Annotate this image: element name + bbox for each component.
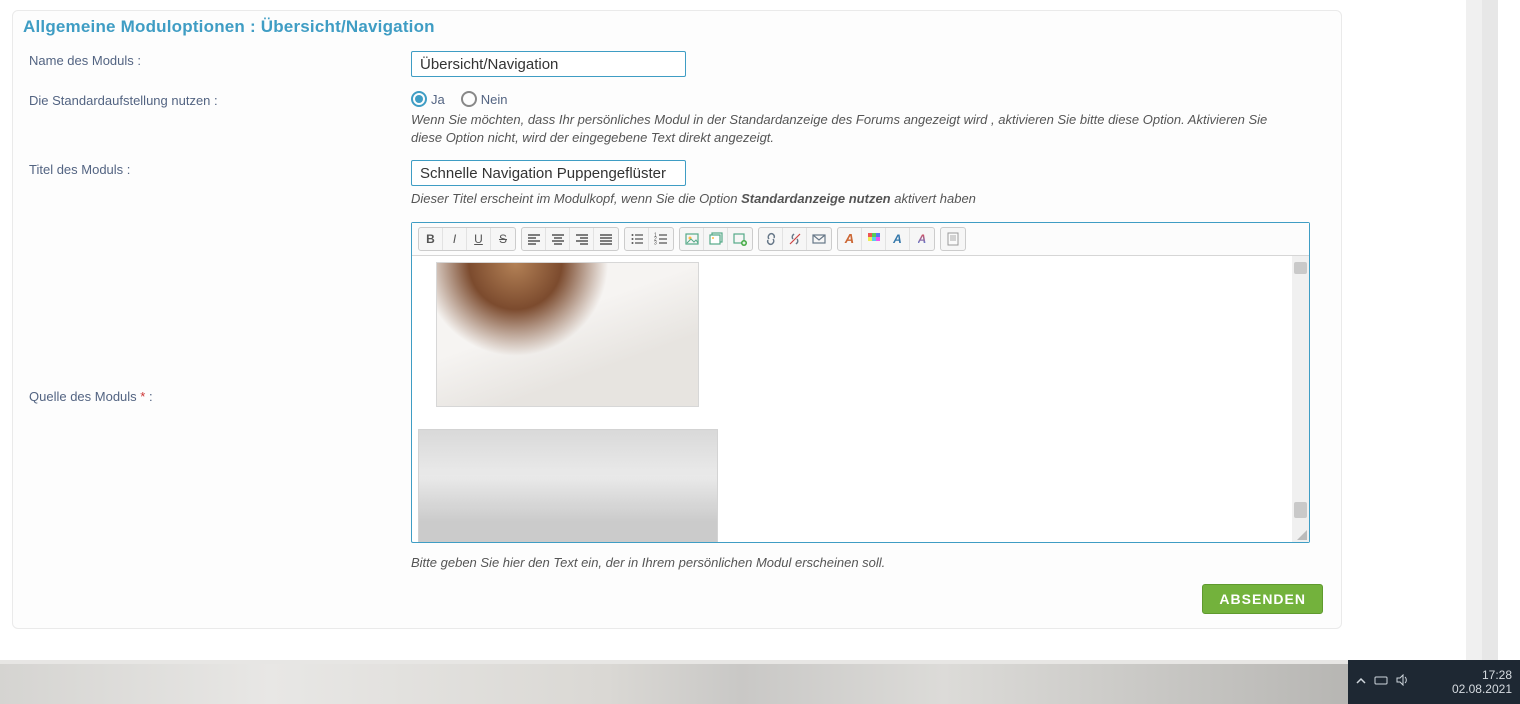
align-justify-button[interactable]	[594, 228, 618, 250]
heading-prefix: Allgemeine Moduloptionen :	[23, 17, 261, 36]
radio-yes-wrap[interactable]: Ja	[411, 91, 445, 107]
submit-button[interactable]: ABSENDEN	[1202, 584, 1323, 614]
label-module-source: Quelle des Moduls * :	[23, 387, 411, 404]
module-name-input[interactable]	[411, 51, 686, 77]
taskbar-tray: 17:28 02.08.2021	[1348, 660, 1520, 704]
desktop-strip: 17:28 02.08.2021	[0, 660, 1520, 704]
strike-button[interactable]: S	[491, 228, 515, 250]
font-style-button[interactable]: A	[910, 228, 934, 250]
underline-button[interactable]: U	[467, 228, 491, 250]
insert-image-gallery-button[interactable]	[704, 228, 728, 250]
email-button[interactable]	[807, 228, 831, 250]
chevron-up-icon[interactable]	[1356, 675, 1366, 689]
title-desc-strong: Standardanzeige nutzen	[741, 191, 891, 206]
editor-content-area[interactable]	[412, 256, 1309, 542]
align-center-button[interactable]	[546, 228, 570, 250]
editor-scrollbar[interactable]	[1292, 256, 1309, 542]
heading-module-name: Übersicht/Navigation	[261, 17, 435, 36]
link-button[interactable]	[759, 228, 783, 250]
svg-text:3: 3	[654, 240, 657, 246]
label-module-name: Name des Moduls :	[23, 51, 411, 68]
radio-yes-label: Ja	[431, 92, 445, 107]
clock-time: 17:28	[1452, 668, 1512, 682]
remove-format-button[interactable]: A	[838, 228, 862, 250]
editor-image-2[interactable]	[418, 429, 718, 542]
ordered-list-button[interactable]: 123	[649, 228, 673, 250]
page-scroll-thumb[interactable]	[1467, 0, 1481, 188]
resize-handle-icon[interactable]	[1297, 530, 1307, 540]
radio-yes[interactable]	[411, 91, 427, 107]
editor-image-1[interactable]	[436, 262, 699, 407]
align-right-button[interactable]	[570, 228, 594, 250]
std-layout-description: Wenn Sie möchten, dass Ihr persönliches …	[411, 111, 1291, 146]
scroll-thumb[interactable]	[1294, 502, 1307, 518]
title-desc-post: aktivert haben	[891, 191, 976, 206]
unlink-button[interactable]	[783, 228, 807, 250]
align-left-button[interactable]	[522, 228, 546, 250]
italic-button[interactable]: I	[443, 228, 467, 250]
radio-no-wrap[interactable]: Nein	[461, 91, 508, 107]
clock-date: 02.08.2021	[1452, 682, 1512, 696]
source-button[interactable]	[941, 228, 965, 250]
radio-no[interactable]	[461, 91, 477, 107]
scroll-arrow-up-icon[interactable]	[1294, 262, 1307, 274]
editor-hint: Bitte geben Sie hier den Text ein, der i…	[411, 555, 1331, 570]
title-desc-pre: Dieser Titel erscheint im Modulkopf, wen…	[411, 191, 741, 206]
insert-image-add-button[interactable]	[728, 228, 752, 250]
radio-no-label: Nein	[481, 92, 508, 107]
panel-heading: Allgemeine Moduloptionen : Übersicht/Nav…	[23, 17, 1331, 37]
font-size-button[interactable]: A	[886, 228, 910, 250]
unordered-list-button[interactable]	[625, 228, 649, 250]
module-options-panel: Allgemeine Moduloptionen : Übersicht/Nav…	[12, 10, 1342, 629]
label-std-layout: Die Standardaufstellung nutzen :	[23, 91, 411, 108]
desktop-wallpaper	[0, 660, 1348, 704]
bold-button[interactable]: B	[419, 228, 443, 250]
volume-icon[interactable]	[1396, 674, 1410, 689]
rich-text-editor: B I U S	[411, 222, 1310, 543]
keyboard-icon[interactable]	[1374, 674, 1388, 689]
module-title-input[interactable]	[411, 160, 686, 186]
label-module-title: Titel des Moduls :	[23, 160, 411, 177]
taskbar-clock[interactable]: 17:28 02.08.2021	[1452, 668, 1512, 697]
color-picker-button[interactable]	[862, 228, 886, 250]
page-scrollbar[interactable]	[1466, 0, 1482, 660]
editor-toolbar: B I U S	[412, 223, 1309, 256]
insert-image-button[interactable]	[680, 228, 704, 250]
